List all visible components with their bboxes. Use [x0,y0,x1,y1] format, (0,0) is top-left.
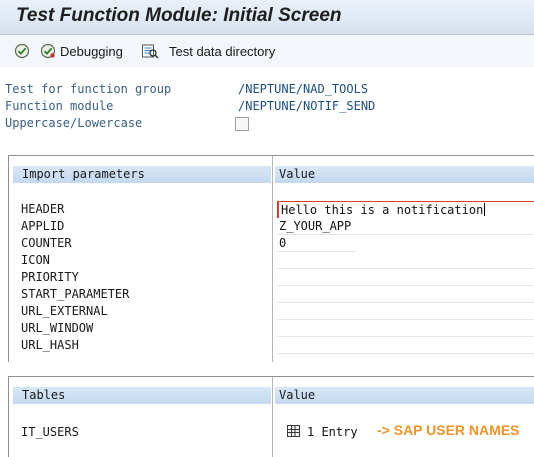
table-name: IT_USERS [21,425,79,439]
test-data-directory-icon [141,43,159,59]
table-row: APPLID Z_YOUR_APP [9,218,534,235]
uppercase-lowercase-checkbox[interactable] [235,117,249,131]
function-module-label: Function module [5,99,114,113]
table-row: PRIORITY [9,269,534,286]
applid-value-input[interactable]: Z_YOUR_APP [277,218,534,235]
param-name: ICON [21,253,50,267]
url-window-value-input[interactable] [277,320,534,337]
header-value-input[interactable]: Hello this is a notification [277,201,534,219]
table-row: ICON [9,252,534,269]
column-divider [272,377,273,457]
param-name: HEADER [21,202,65,216]
debugging-button[interactable]: Debugging [40,41,123,61]
test-data-directory-label: Test data directory [169,43,276,59]
table-grid-icon[interactable] [287,425,300,437]
title-bar: Test Function Module: Initial Screen [0,0,534,35]
table-row: IT_USERS 1 Entry -> SAP USER NAMES [9,422,534,442]
execute-icon [14,43,30,59]
text-cursor [484,203,486,216]
table-row: COUNTER 0 [9,235,534,252]
start-parameter-value-input[interactable] [277,286,534,303]
function-group-value: /NEPTUNE/NAD_TOOLS [238,82,369,96]
debugging-label: Debugging [60,43,123,59]
param-name: URL_EXTERNAL [21,304,108,318]
tables-value-header: Value [275,387,534,404]
param-value: Z_YOUR_APP [279,219,352,233]
param-name: COUNTER [21,236,72,250]
param-value: 0 [279,236,287,250]
test-data-directory-button[interactable]: Test data directory [141,41,275,61]
table-row: URL_WINDOW [9,320,534,337]
table-row: START_PARAMETER [9,286,534,303]
table-entry-count[interactable]: 1 Entry [307,425,358,439]
uppercase-lowercase-label: Uppercase/Lowercase [5,116,143,130]
tables-table: Tables Value IT_USERS 1 Entry -> SAP USE… [8,376,534,457]
param-name: START_PARAMETER [21,287,130,301]
priority-value-input[interactable] [277,269,534,286]
table-row: URL_EXTERNAL [9,303,534,320]
annotation-sap-user-names: -> SAP USER NAMES [377,422,520,438]
debug-execute-icon [40,43,56,59]
import-value-header: Value [275,166,534,183]
import-parameters-header: Import parameters [13,166,271,183]
param-name: PRIORITY [21,270,79,284]
param-value: Hello this is a notification [281,203,486,217]
import-parameters-table: Import parameters Value HEADER Hello thi… [8,155,534,362]
counter-value-input[interactable]: 0 [277,235,357,252]
table-row: HEADER Hello this is a notification [9,201,534,219]
url-hash-value-input[interactable] [277,337,534,354]
table-row: URL_HASH [9,337,534,354]
function-group-label: Test for function group [5,82,172,96]
param-name: APPLID [21,219,65,233]
application-toolbar: Debugging Test data directory [0,35,534,67]
execute-button[interactable] [14,41,30,61]
param-name: URL_HASH [21,338,79,352]
tables-header: Tables [13,387,271,404]
function-module-value: /NEPTUNE/NOTIF_SEND [238,99,376,113]
param-name: URL_WINDOW [21,321,94,335]
url-external-value-input[interactable] [277,303,534,320]
screen-title: Test Function Module: Initial Screen [16,5,342,26]
icon-value-input[interactable] [277,252,534,269]
